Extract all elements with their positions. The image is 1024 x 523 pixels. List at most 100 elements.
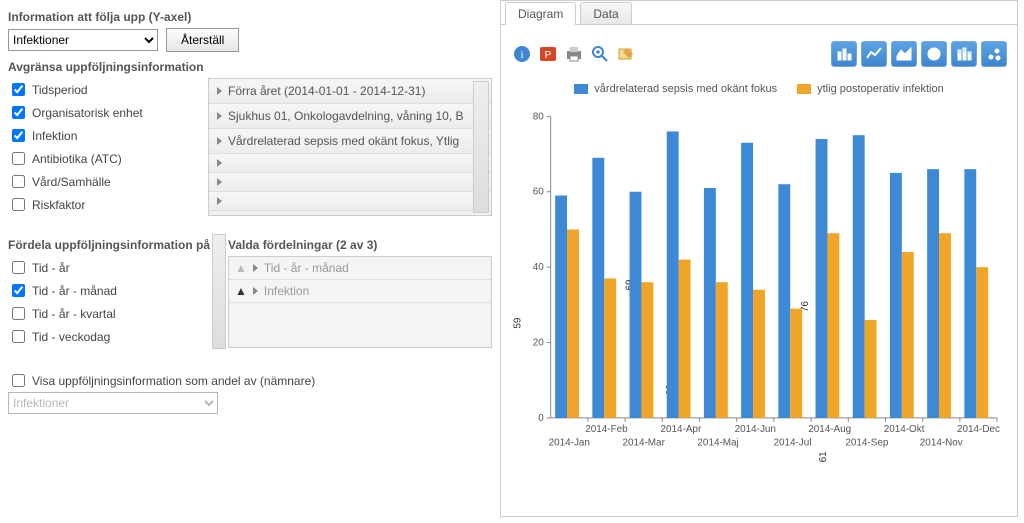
line-chart-icon[interactable]	[861, 41, 887, 67]
svg-text:2014-Apr: 2014-Apr	[660, 424, 701, 435]
chevron-right-icon	[253, 287, 258, 295]
edit-icon[interactable]	[615, 43, 637, 65]
area-chart-icon[interactable]	[891, 41, 917, 67]
filter-row[interactable]: Infektion	[8, 124, 204, 147]
bar-chart-icon[interactable]	[831, 41, 857, 67]
svg-text:80: 80	[533, 111, 545, 122]
zoom-icon[interactable]	[589, 43, 611, 65]
bar	[816, 139, 828, 418]
chevron-right-icon	[217, 178, 222, 186]
svg-text:2014-Jul: 2014-Jul	[773, 438, 811, 449]
chevron-right-icon	[217, 159, 222, 167]
svg-text:2014-Jun: 2014-Jun	[735, 424, 776, 435]
scrollbar[interactable]	[212, 234, 226, 349]
chevron-right-icon	[217, 87, 222, 95]
bar	[927, 169, 939, 418]
svg-text:i: i	[520, 49, 523, 61]
svg-text:40: 40	[533, 262, 545, 273]
svg-text:2014-Okt: 2014-Okt	[884, 424, 925, 435]
chevron-up-icon[interactable]: ▲	[235, 284, 247, 298]
filter-checkbox[interactable]	[12, 175, 25, 188]
distribute-row[interactable]: Tid - år - månad	[8, 279, 224, 302]
valda-item[interactable]: ▲Tid - år - månad	[229, 257, 491, 280]
filter-row[interactable]: Antibiotika (ATC)	[8, 147, 204, 170]
ratio-select[interactable]: Infektioner	[8, 392, 218, 414]
distribute-label: Tid - år - månad	[32, 284, 117, 298]
filter-checkbox[interactable]	[12, 198, 25, 211]
tab-diagram[interactable]: Diagram	[505, 2, 576, 24]
print-icon[interactable]	[563, 43, 585, 65]
bar	[641, 282, 653, 418]
accordion[interactable]: Förra året (2014-01-01 - 2014-12-31) Sju…	[208, 78, 492, 216]
accordion-item[interactable]	[209, 173, 491, 192]
reset-button[interactable]: Återställ	[166, 28, 239, 52]
chevron-up-icon: ▲	[235, 261, 247, 275]
info-icon[interactable]: i	[511, 43, 533, 65]
filter-checkbox[interactable]	[12, 83, 25, 96]
chevron-right-icon	[217, 197, 222, 205]
svg-text:20: 20	[533, 338, 545, 349]
svg-text:2014-Dec: 2014-Dec	[957, 424, 1000, 435]
tabs: Diagram Data	[501, 1, 1017, 25]
filter-row[interactable]: Vård/Samhälle	[8, 170, 204, 193]
legend-item-a: vårdrelaterad sepsis med okänt fokus	[574, 83, 777, 95]
pie-chart-icon[interactable]	[921, 41, 947, 67]
accordion-item[interactable]: Förra året (2014-01-01 - 2014-12-31)	[209, 79, 491, 104]
svg-text:61: 61	[818, 451, 829, 463]
filter-label: Infektion	[32, 129, 77, 143]
filter-checkbox[interactable]	[12, 106, 25, 119]
tab-data[interactable]: Data	[580, 2, 631, 24]
accordion-item[interactable]: Sjukhus 01, Onkologavdelning, våning 10,…	[209, 104, 491, 129]
valda-item[interactable]: ▲Infektion	[229, 280, 491, 303]
distribute-checkbox[interactable]	[12, 284, 25, 297]
swatch-a-icon	[574, 84, 588, 94]
chart: 0204060805950693760367642613673346229744…	[511, 99, 1007, 469]
distribute-label: Tid - veckodag	[32, 330, 110, 344]
svg-text:2014-Sep: 2014-Sep	[845, 438, 888, 449]
bar	[604, 278, 616, 417]
svg-text:59: 59	[513, 317, 524, 329]
yaxis-select[interactable]: Infektioner	[8, 29, 158, 51]
distribute-row[interactable]: Organisatorisk enhet	[8, 348, 224, 349]
distribute-row[interactable]: Tid - år - kvartal	[8, 302, 224, 325]
filter-label: Riskfaktor	[32, 198, 85, 212]
bar	[704, 188, 716, 418]
svg-text:0: 0	[538, 413, 544, 424]
accordion-item[interactable]	[209, 154, 491, 173]
bar	[890, 173, 902, 418]
bar	[667, 131, 679, 417]
ratio-checkbox[interactable]	[12, 374, 25, 387]
bar	[741, 143, 753, 418]
filter-label: Organisatorisk enhet	[32, 106, 143, 120]
misc-chart-icon[interactable]	[981, 41, 1007, 67]
bar	[827, 233, 839, 418]
bar	[976, 267, 988, 418]
filter-row[interactable]: Riskfaktor	[8, 193, 204, 216]
bar	[555, 196, 567, 418]
svg-text:2014-Nov: 2014-Nov	[920, 438, 963, 449]
bar	[790, 309, 802, 418]
filter-label: Tidsperiod	[32, 83, 88, 97]
filter-title: Avgränsa uppföljningsinformation	[8, 60, 492, 74]
accordion-item[interactable]	[209, 192, 491, 211]
accordion-item[interactable]: Vårdrelaterad sepsis med okänt fokus, Yt…	[209, 129, 491, 154]
distribute-row[interactable]: Tid - veckodag	[8, 325, 224, 348]
svg-text:60: 60	[533, 187, 545, 198]
stacked-bar-icon[interactable]	[951, 41, 977, 67]
filter-checkbox[interactable]	[12, 152, 25, 165]
svg-text:P: P	[545, 50, 552, 61]
filter-row[interactable]: Tidsperiod	[8, 78, 204, 101]
svg-text:2014-Jan: 2014-Jan	[549, 438, 590, 449]
chevron-right-icon	[253, 264, 258, 272]
distribute-label: Tid - år - kvartal	[32, 307, 116, 321]
bar	[679, 260, 691, 418]
powerpoint-icon[interactable]: P	[537, 43, 559, 65]
bar	[853, 135, 865, 418]
distribute-checkbox[interactable]	[12, 330, 25, 343]
filter-checkbox[interactable]	[12, 129, 25, 142]
bar	[567, 229, 579, 417]
distribute-checkbox[interactable]	[12, 261, 25, 274]
distribute-checkbox[interactable]	[12, 307, 25, 320]
distribute-row[interactable]: Tid - år	[8, 256, 224, 279]
filter-row[interactable]: Organisatorisk enhet	[8, 101, 204, 124]
